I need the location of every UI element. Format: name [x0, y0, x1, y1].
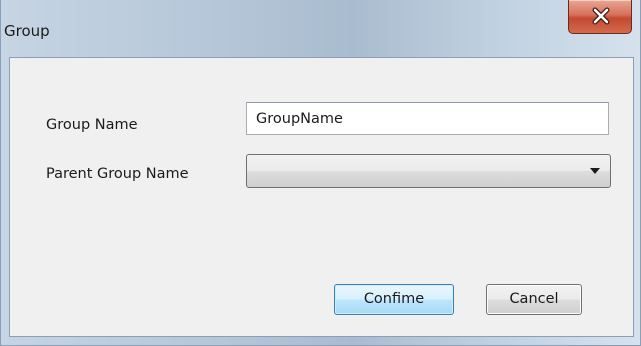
- close-icon: [592, 7, 610, 25]
- chevron-down-icon: [590, 168, 600, 174]
- close-button[interactable]: [568, 0, 632, 34]
- group-name-label: Group Name: [46, 117, 138, 133]
- dialog-content: Group Name Parent Group Name Confime Can…: [9, 57, 634, 337]
- parent-group-name-label: Parent Group Name: [46, 166, 189, 182]
- cancel-button[interactable]: Cancel: [486, 284, 582, 315]
- window-title: Group: [4, 22, 50, 40]
- parent-group-name-select[interactable]: [246, 154, 611, 188]
- group-dialog-window: Group Group Name Parent Group Name Confi…: [0, 0, 641, 346]
- title-bar[interactable]: Group: [1, 0, 640, 56]
- confirm-button[interactable]: Confime: [334, 284, 454, 315]
- group-name-input[interactable]: [246, 102, 609, 135]
